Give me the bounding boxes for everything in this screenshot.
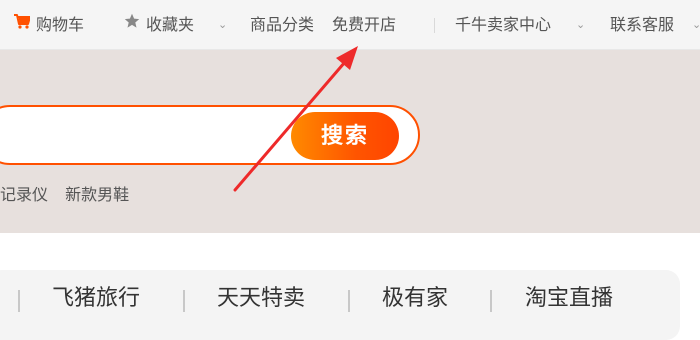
separator <box>183 290 185 312</box>
free-shop-label: 免费开店 <box>332 15 397 34</box>
cart-label: 购物车 <box>36 15 85 34</box>
chevron-down-icon[interactable]: ⌄ <box>576 0 585 50</box>
chevron-down-icon[interactable]: ⌄ <box>692 0 700 50</box>
nav-item-taobao-live[interactable]: 淘宝直播 <box>525 281 613 317</box>
nav-item-fliggy[interactable]: 飞猪旅行 <box>52 281 140 317</box>
chevron-down-icon[interactable]: ⌄ <box>218 0 227 50</box>
separator <box>434 18 435 33</box>
search-header: 搜索 记录仪 新款男鞋 <box>0 50 700 233</box>
seller-center-label: 千牛卖家中心 <box>455 15 552 34</box>
search-input[interactable] <box>12 119 266 153</box>
search-box: 搜索 <box>0 105 420 165</box>
search-button[interactable]: 搜索 <box>291 112 399 160</box>
separator <box>490 290 492 312</box>
channel-nav: 飞猪旅行 天天特卖 极有家 淘宝直播 <box>0 233 700 340</box>
cart-icon <box>14 0 31 49</box>
favorites-link[interactable]: 收藏夹 <box>124 0 194 50</box>
seller-center-link[interactable]: 千牛卖家中心 <box>455 0 551 50</box>
nav-item-daily-deals[interactable]: 天天特卖 <box>217 281 305 317</box>
categories-link[interactable]: 商品分类 <box>250 0 314 50</box>
star-icon <box>124 0 140 49</box>
free-shop-link[interactable]: 免费开店 <box>332 0 396 50</box>
nav-item-jiyoujia[interactable]: 极有家 <box>382 281 448 317</box>
cart-link[interactable]: 购物车 <box>14 0 84 50</box>
customer-service-label: 联系客服 <box>610 15 675 34</box>
hot-words: 记录仪 新款男鞋 <box>0 182 141 208</box>
separator <box>18 290 20 312</box>
hot-word-link[interactable]: 新款男鞋 <box>65 182 129 208</box>
customer-service-link[interactable]: 联系客服 <box>610 0 674 50</box>
hot-word-link[interactable]: 记录仪 <box>0 182 48 208</box>
top-utility-bar: 购物车 收藏夹 ⌄ 商品分类 免费开店 千牛卖家中心 ⌄ 联系客服 ⌄ <box>0 0 700 50</box>
favorites-label: 收藏夹 <box>146 15 195 34</box>
categories-label: 商品分类 <box>250 15 315 34</box>
separator <box>348 290 350 312</box>
